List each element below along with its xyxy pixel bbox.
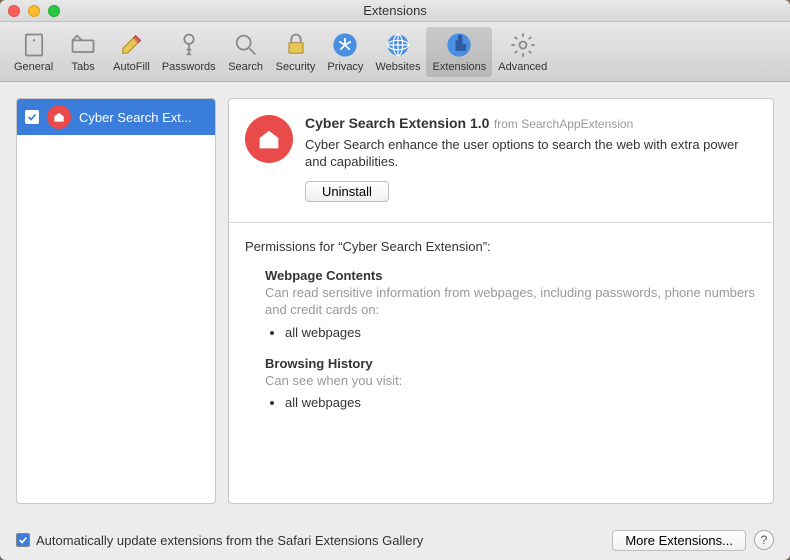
toolbar-websites[interactable]: Websites (369, 27, 426, 77)
extensions-icon (445, 31, 473, 59)
toolbar-label: Extensions (432, 61, 486, 73)
websites-icon (384, 31, 412, 59)
toolbar-label: Websites (375, 61, 420, 73)
permission-list: all webpages (285, 325, 757, 340)
extension-from: from SearchAppExtension (494, 117, 633, 131)
permission-description: Can read sensitive information from webp… (265, 285, 757, 319)
extension-enabled-checkbox[interactable] (25, 110, 39, 124)
toolbar-extensions[interactable]: Extensions (426, 27, 492, 77)
extension-name: Cyber Search Extension 1.0 (305, 115, 489, 131)
tabs-icon (69, 31, 97, 59)
toolbar-label: Advanced (498, 61, 547, 73)
privacy-icon (331, 31, 359, 59)
traffic-lights (8, 5, 60, 17)
auto-update-label: Automatically update extensions from the… (36, 533, 423, 548)
toolbar-label: Security (276, 61, 316, 73)
toolbar-label: General (14, 61, 53, 73)
toolbar-label: Tabs (72, 61, 95, 73)
divider (229, 222, 773, 223)
toolbar-security[interactable]: Security (270, 27, 322, 77)
toolbar-privacy[interactable]: Privacy (321, 27, 369, 77)
footer: Automatically update extensions from the… (0, 520, 790, 560)
toolbar-label: Search (228, 61, 263, 73)
toolbar-label: Privacy (327, 61, 363, 73)
titlebar: Extensions (0, 0, 790, 22)
preferences-window: Extensions General Tabs AutoFill Passwor… (0, 0, 790, 560)
toolbar-general[interactable]: General (8, 27, 59, 77)
extension-icon-large (245, 115, 293, 163)
toolbar-tabs[interactable]: Tabs (59, 27, 107, 77)
toolbar-autofill[interactable]: AutoFill (107, 27, 156, 77)
toolbar-label: AutoFill (113, 61, 150, 73)
uninstall-button[interactable]: Uninstall (305, 181, 389, 202)
search-icon (232, 31, 260, 59)
sidebar-item-cyber-search[interactable]: Cyber Search Ext... (17, 99, 215, 135)
advanced-icon (509, 31, 537, 59)
permission-item: all webpages (285, 395, 757, 410)
permission-heading: Webpage Contents (265, 268, 757, 283)
toolbar-label: Passwords (162, 61, 216, 73)
permission-webpage-contents: Webpage Contents Can read sensitive info… (265, 268, 757, 340)
permissions-title: Permissions for “Cyber Search Extension”… (245, 239, 757, 254)
sidebar-item-label: Cyber Search Ext... (79, 110, 207, 125)
toolbar-advanced[interactable]: Advanced (492, 27, 553, 77)
autofill-icon (117, 31, 145, 59)
toolbar-passwords[interactable]: Passwords (156, 27, 222, 77)
extension-info: Cyber Search Extension 1.0 from SearchAp… (305, 115, 757, 202)
zoom-button[interactable] (48, 5, 60, 17)
security-icon (282, 31, 310, 59)
permission-heading: Browsing History (265, 356, 757, 371)
toolbar-search[interactable]: Search (222, 27, 270, 77)
extension-details: Cyber Search Extension 1.0 from SearchAp… (228, 98, 774, 504)
general-icon (20, 31, 48, 59)
extensions-sidebar: Cyber Search Ext... (16, 98, 216, 504)
passwords-icon (175, 31, 203, 59)
extension-icon (47, 105, 71, 129)
window-title: Extensions (363, 3, 427, 18)
auto-update-row: Automatically update extensions from the… (16, 533, 604, 548)
permission-description: Can see when you visit: (265, 373, 757, 390)
toolbar: General Tabs AutoFill Passwords Search S… (0, 22, 790, 82)
permission-browsing-history: Browsing History Can see when you visit:… (265, 356, 757, 411)
extension-title-row: Cyber Search Extension 1.0 from SearchAp… (305, 115, 757, 133)
permission-item: all webpages (285, 325, 757, 340)
help-button[interactable]: ? (754, 530, 774, 550)
minimize-button[interactable] (28, 5, 40, 17)
more-extensions-button[interactable]: More Extensions... (612, 530, 746, 551)
content-area: Cyber Search Ext... Cyber Search Extensi… (0, 82, 790, 520)
permission-list: all webpages (285, 395, 757, 410)
auto-update-checkbox[interactable] (16, 533, 30, 547)
extension-description: Cyber Search enhance the user options to… (305, 137, 757, 171)
close-button[interactable] (8, 5, 20, 17)
extension-header: Cyber Search Extension 1.0 from SearchAp… (245, 115, 757, 202)
